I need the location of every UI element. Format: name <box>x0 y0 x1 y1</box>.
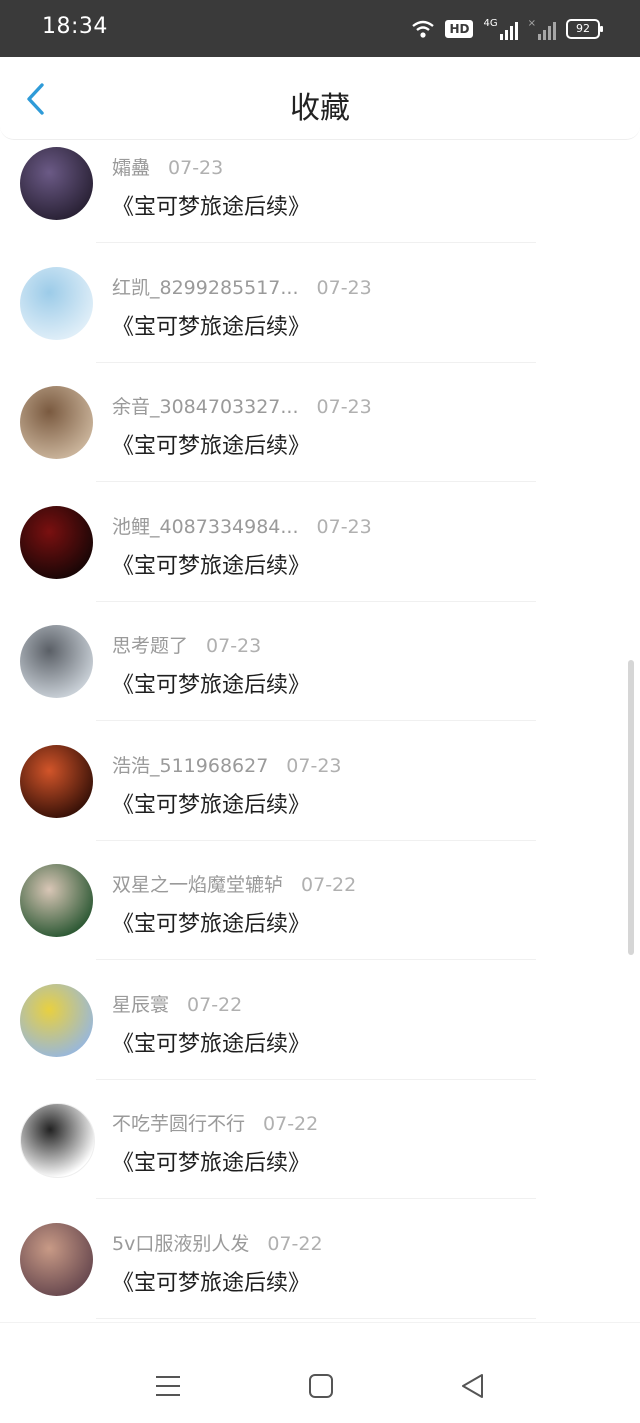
favorite-title[interactable]: 《宝可梦旅途后续》 <box>112 906 310 938</box>
favorite-username[interactable]: 双星之一焰魔堂辘轳 07-22 <box>112 870 356 897</box>
divider <box>96 839 536 841</box>
username-text: 池鲤_4087334984... <box>112 515 299 538</box>
username-text: 孀蠱 <box>112 157 151 179</box>
divider <box>96 600 536 602</box>
favorite-username[interactable]: 5v口服液别人发 07-22 <box>112 1229 323 1256</box>
favorite-username[interactable]: 余音_3084703327... 07-23 <box>112 392 372 419</box>
favorite-username[interactable]: 不吃芋圆行不行 07-22 <box>112 1109 318 1136</box>
username-text: 余音_3084703327... <box>112 396 299 418</box>
app-header: 收藏 <box>0 57 640 140</box>
avatar[interactable] <box>20 1103 95 1178</box>
system-nav-bar <box>0 1322 640 1423</box>
favorites-list: 孀蠱 07-23 《宝可梦旅途后续》 红凯_8299285517... 07-23 《宝可… <box>0 145 640 1340</box>
signal-no-sim-icon: × <box>528 18 556 40</box>
favorite-title[interactable]: 《宝可梦旅途后续》 <box>112 1026 310 1058</box>
favorite-date: 07-23 <box>168 157 224 179</box>
favorite-date: 07-23 <box>316 276 372 299</box>
favorite-date: 07-22 <box>263 1113 319 1135</box>
status-bar: 18:34 HD 4G × 92 <box>0 0 640 57</box>
avatar[interactable] <box>20 147 93 220</box>
signal-4g-icon: 4G <box>483 18 518 40</box>
favorite-item[interactable]: 星辰寰 07-22 《宝可梦旅途后续》 <box>0 982 640 1102</box>
favorite-item[interactable]: 浩浩_511968627 07-23 《宝可梦旅途后续》 <box>0 743 640 863</box>
favorite-date: 07-22 <box>301 874 357 896</box>
favorite-item[interactable]: 双星之一焰魔堂辘轳 07-22 《宝可梦旅途后续》 <box>0 862 640 982</box>
divider <box>96 1198 536 1199</box>
favorite-date: 07-23 <box>286 754 342 777</box>
favorite-item[interactable]: 思考题了 07-23 《宝可梦旅途后续》 <box>0 623 640 743</box>
favorite-title[interactable]: 《宝可梦旅途后续》 <box>112 667 310 699</box>
favorite-item[interactable]: 不吃芋圆行不行 07-22 《宝可梦旅途后续》 <box>0 1101 640 1221</box>
avatar[interactable] <box>20 266 93 340</box>
favorite-username[interactable]: 浩浩_511968627 07-23 <box>112 751 342 778</box>
favorite-item[interactable]: 余音_3084703327... 07-23 《宝可梦旅途后续》 <box>0 384 640 504</box>
favorite-item[interactable]: 池鲤_4087334984... 07-23 《宝可梦旅途后续》 <box>0 504 640 624</box>
favorite-username[interactable]: 孀蠱 07-23 <box>112 153 223 180</box>
avatar[interactable] <box>20 625 93 698</box>
back-triangle-icon[interactable] <box>458 1371 488 1401</box>
scrollbar[interactable] <box>628 660 634 955</box>
favorite-date: 07-22 <box>267 1232 323 1255</box>
favorite-username[interactable]: 星辰寰 07-22 <box>112 990 242 1017</box>
avatar[interactable] <box>20 983 93 1057</box>
status-icons: HD 4G × 92 <box>411 15 603 43</box>
favorite-title[interactable]: 《宝可梦旅途后续》 <box>112 428 310 460</box>
avatar[interactable] <box>20 744 93 818</box>
home-square-icon[interactable] <box>306 1371 336 1401</box>
username-text: 5v口服液别人发 <box>112 1232 250 1255</box>
username-text: 不吃芋圆行不行 <box>112 1113 246 1135</box>
favorite-date: 07-23 <box>316 515 372 538</box>
favorite-title[interactable]: 《宝可梦旅途后续》 <box>112 309 310 341</box>
avatar[interactable] <box>20 505 93 579</box>
menu-icon[interactable] <box>153 1371 183 1401</box>
favorite-date: 07-23 <box>316 396 372 418</box>
divider <box>96 1078 536 1080</box>
divider <box>96 361 536 363</box>
favorite-username[interactable]: 红凯_8299285517... 07-23 <box>112 273 372 300</box>
username-text: 星辰寰 <box>112 993 170 1016</box>
favorite-title[interactable]: 《宝可梦旅途后续》 <box>112 189 310 221</box>
favorite-title[interactable]: 《宝可梦旅途后续》 <box>112 787 310 819</box>
username-text: 红凯_8299285517... <box>112 276 299 299</box>
avatar[interactable] <box>20 386 93 459</box>
favorite-title[interactable]: 《宝可梦旅途后续》 <box>112 548 310 580</box>
page-title: 收藏 <box>290 91 350 126</box>
favorite-item[interactable]: 红凯_8299285517... 07-23 《宝可梦旅途后续》 <box>0 265 640 385</box>
username-text: 浩浩_511968627 <box>112 754 269 777</box>
favorite-username[interactable]: 思考题了 07-23 <box>112 631 261 658</box>
divider <box>96 481 536 482</box>
favorite-title[interactable]: 《宝可梦旅途后续》 <box>112 1145 310 1177</box>
favorite-date: 07-23 <box>206 635 262 657</box>
status-time: 18:34 <box>42 14 108 39</box>
divider <box>96 1317 536 1319</box>
battery-icon: 92 <box>566 19 603 39</box>
favorite-date: 07-22 <box>187 993 243 1016</box>
divider <box>96 720 536 721</box>
favorite-title[interactable]: 《宝可梦旅途后续》 <box>112 1265 310 1297</box>
favorite-username[interactable]: 池鲤_4087334984... 07-23 <box>112 512 372 539</box>
divider <box>96 959 536 960</box>
divider <box>96 242 536 243</box>
hd-icon: HD <box>445 20 474 38</box>
username-text: 双星之一焰魔堂辘轳 <box>112 874 284 896</box>
network-type-label: 4G <box>483 18 498 29</box>
favorite-item[interactable]: 孀蠱 07-23 《宝可梦旅途后续》 <box>0 145 640 265</box>
username-text: 思考题了 <box>112 635 189 657</box>
wifi-icon <box>412 20 435 38</box>
avatar[interactable] <box>20 864 93 937</box>
avatar[interactable] <box>20 1222 93 1296</box>
